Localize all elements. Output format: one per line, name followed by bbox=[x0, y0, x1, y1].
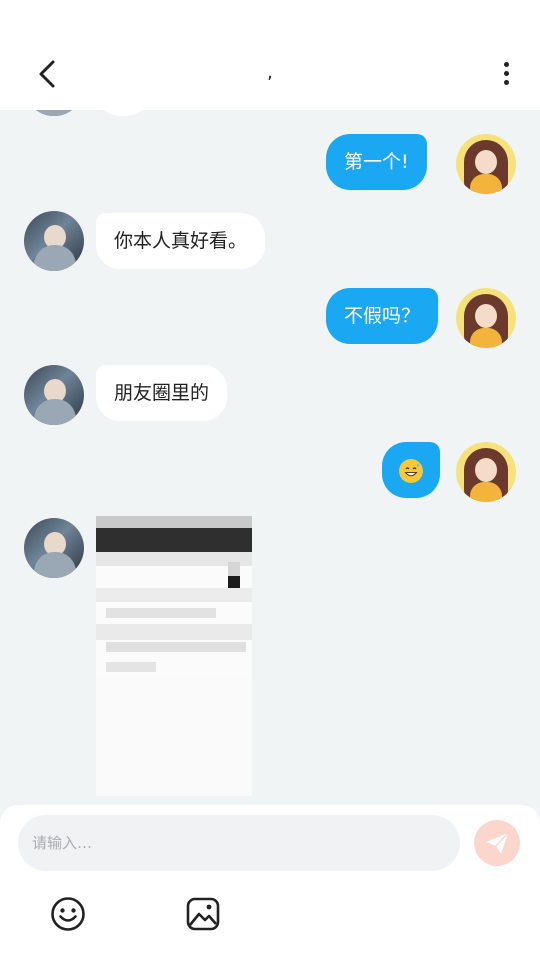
message-text: 不假吗？ bbox=[344, 305, 421, 327]
message-row bbox=[0, 442, 540, 502]
message-row: 不假吗？ bbox=[0, 288, 540, 348]
grinning-sweat-emoji-icon bbox=[399, 458, 423, 483]
send-button[interactable] bbox=[474, 820, 520, 866]
image-icon bbox=[186, 897, 220, 931]
message-list[interactable]: 第一个! 你本人真好看。 不假吗？ 朋友圈里的 bbox=[0, 110, 540, 805]
message-bubble-received[interactable]: 你本人真好看。 bbox=[96, 213, 266, 269]
message-row: 你本人真好看。 bbox=[0, 211, 540, 271]
contact-avatar[interactable] bbox=[24, 518, 84, 578]
message-text: 你本人真好看。 bbox=[114, 230, 248, 252]
message-row: 第一个! bbox=[0, 134, 540, 194]
message-text: 朋友圈里的 bbox=[114, 382, 210, 404]
emoji-button[interactable] bbox=[49, 895, 87, 933]
my-avatar[interactable] bbox=[456, 134, 516, 194]
my-avatar[interactable] bbox=[456, 442, 516, 502]
my-avatar[interactable] bbox=[456, 288, 516, 348]
composer-bar bbox=[0, 805, 540, 960]
shared-image-message[interactable] bbox=[96, 516, 252, 796]
smiley-icon bbox=[51, 897, 85, 931]
message-bubble-sent[interactable]: 不假吗？ bbox=[326, 288, 439, 344]
message-bubble-sent[interactable] bbox=[382, 442, 440, 498]
message-bubble-partial bbox=[96, 110, 150, 116]
message-row bbox=[0, 518, 540, 578]
more-options-button[interactable] bbox=[494, 56, 518, 92]
image-button[interactable] bbox=[184, 895, 222, 933]
chat-title: , bbox=[267, 62, 273, 83]
message-input[interactable] bbox=[18, 815, 460, 871]
message-bubble-received[interactable]: 朋友圈里的 bbox=[96, 365, 228, 421]
contact-avatar[interactable] bbox=[24, 110, 84, 116]
message-row-partial bbox=[0, 110, 540, 116]
chat-header: , bbox=[0, 0, 540, 110]
contact-avatar[interactable] bbox=[24, 211, 84, 271]
paper-plane-icon bbox=[486, 832, 509, 854]
message-bubble-sent[interactable]: 第一个! bbox=[326, 134, 427, 190]
more-vertical-icon bbox=[494, 56, 518, 85]
message-text: 第一个! bbox=[344, 151, 409, 173]
contact-avatar[interactable] bbox=[24, 365, 84, 425]
message-row: 朋友圈里的 bbox=[0, 365, 540, 425]
